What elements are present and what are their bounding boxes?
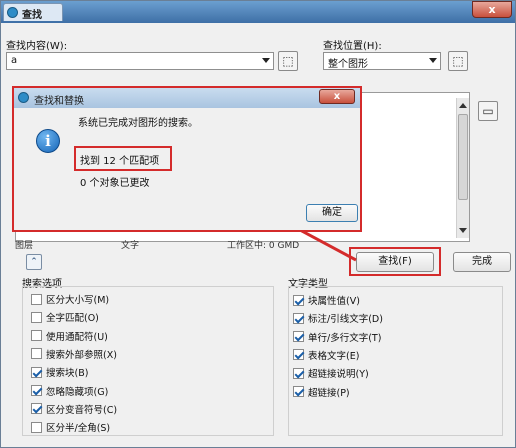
app-icon (18, 92, 29, 103)
dialog-ok-button[interactable]: 确定 (306, 204, 358, 222)
find-replace-dialog: 查找和替换 x i 系统已完成对图形的搜索。 找到 12 个匹配项 0 个对象已… (12, 86, 362, 232)
dialog-changed-count: 0 个对象已更改 (80, 178, 150, 189)
dialog-title-bar: 查找和替换 x (14, 88, 360, 108)
find-button-highlight (349, 247, 441, 276)
dialog-close-button[interactable]: x (319, 89, 355, 104)
dialog-message: 系统已完成对图形的搜索。 (78, 118, 198, 129)
info-icon: i (36, 129, 60, 153)
dialog-title: 查找和替换 (34, 96, 84, 107)
found-count-highlight (74, 146, 172, 171)
